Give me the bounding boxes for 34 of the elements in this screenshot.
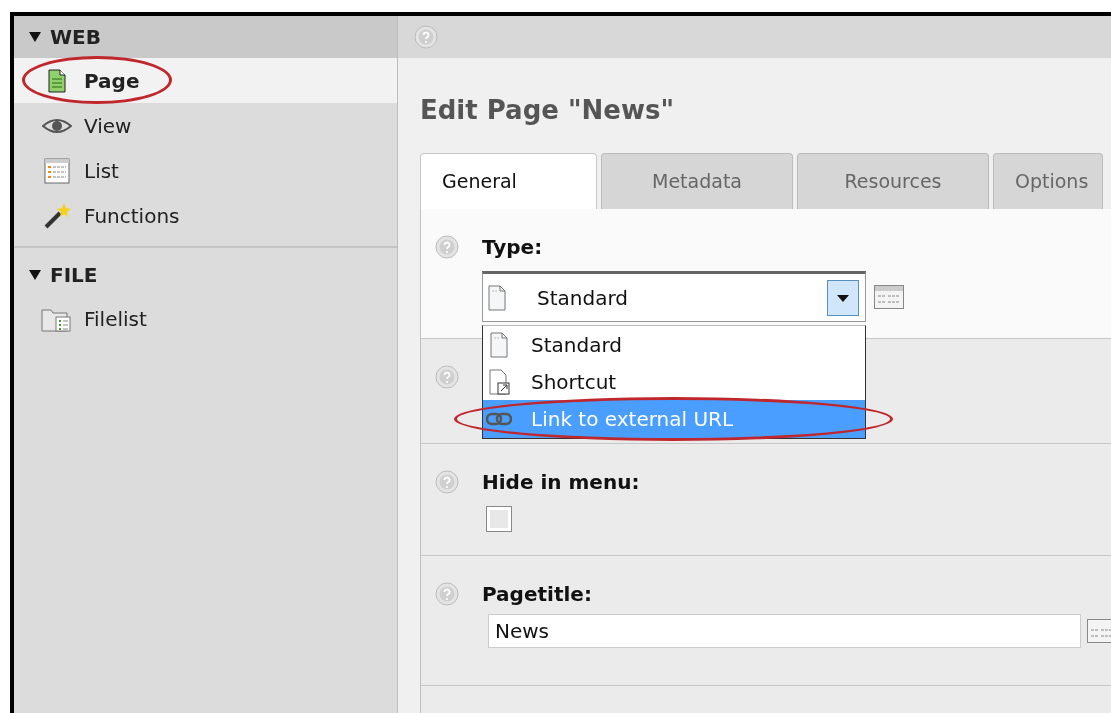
sidebar-item[interactable]: View xyxy=(14,103,397,148)
form-wizard-icon xyxy=(874,284,904,309)
tab[interactable]: Resources xyxy=(797,153,989,209)
sidebar-item[interactable]: Filelist xyxy=(14,296,397,341)
document-icon xyxy=(47,68,67,93)
tab[interactable]: General xyxy=(420,153,597,209)
help-icon xyxy=(435,582,459,606)
text-input[interactable]: News xyxy=(488,614,1081,648)
dropdown-option[interactable]: Shortcut xyxy=(483,363,865,400)
help-icon xyxy=(435,365,459,389)
tab[interactable]: Metadata xyxy=(601,153,793,209)
dropdown-option[interactable]: Standard xyxy=(483,326,865,363)
magic-wand-icon xyxy=(43,201,71,230)
sidebar-item[interactable]: List xyxy=(14,148,397,193)
sidebar-item[interactable]: Functions xyxy=(14,193,397,238)
help-icon xyxy=(414,25,438,49)
sidebar-item[interactable]: Page xyxy=(14,58,397,103)
chain-link-icon xyxy=(486,412,512,426)
eye-icon xyxy=(42,116,72,135)
checkbox[interactable] xyxy=(486,506,512,532)
list-icon xyxy=(44,157,70,184)
shortcut-icon xyxy=(488,368,510,395)
select-field[interactable]: Standard xyxy=(482,271,866,322)
field-label: Type: xyxy=(482,234,544,261)
help-icon xyxy=(435,470,459,494)
help-icon xyxy=(435,235,459,259)
tab[interactable]: Options xyxy=(993,153,1103,209)
document-icon xyxy=(489,331,509,358)
field-label: Pagetitle: xyxy=(482,581,593,608)
field-label: Hide in menu: xyxy=(482,469,641,496)
page-heading: Edit Page "News" xyxy=(420,94,675,126)
document-icon xyxy=(487,284,507,311)
group-title[interactable]: FILE xyxy=(50,260,98,290)
group-header[interactable]: WEB xyxy=(14,16,397,58)
